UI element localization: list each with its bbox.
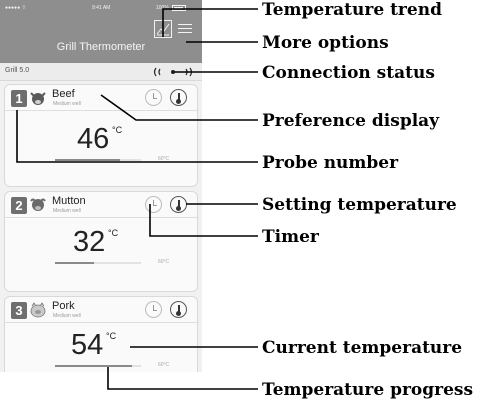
callout-connection-status: Connection status (262, 63, 435, 83)
callout-probe-number: Probe number (262, 153, 399, 173)
leader-probe-number (16, 110, 258, 163)
callout-setting-temperature: Setting temperature (262, 195, 457, 215)
leader-temperature-progress (107, 367, 258, 390)
callout-temperature-trend: Temperature trend (262, 0, 442, 20)
callout-temperature-progress: Temperature progress (262, 380, 474, 400)
leader-timer (149, 204, 258, 237)
callout-preference-display: Preference display (262, 111, 440, 131)
callout-current-temperature: Current temperature (262, 338, 463, 358)
leader-preference-display (100, 94, 258, 121)
leader-temperature-trend (162, 8, 258, 37)
callout-timer: Timer (262, 227, 319, 247)
callout-more-options: More options (262, 33, 389, 53)
